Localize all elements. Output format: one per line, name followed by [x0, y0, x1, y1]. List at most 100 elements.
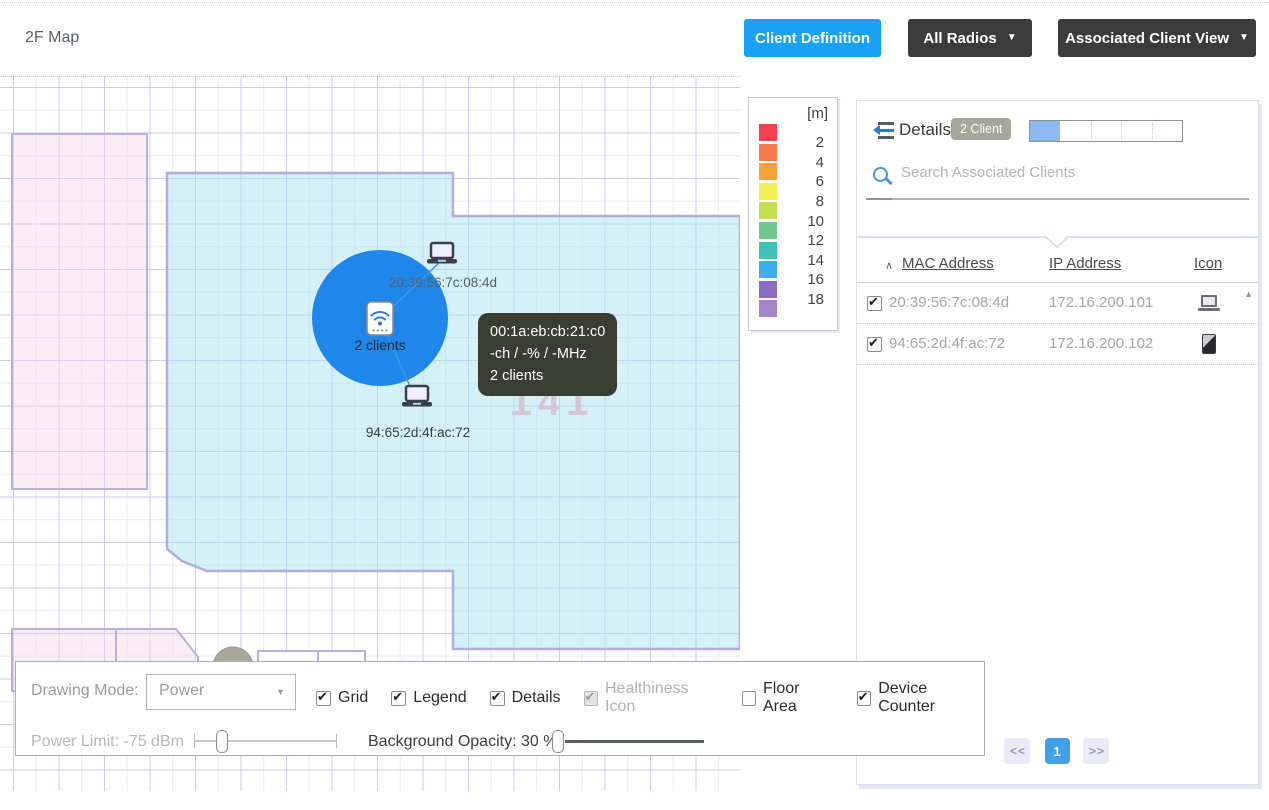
ap-tooltip: 00:1a:eb:cb:21:c0-ch / -% / -MHz2 client…	[478, 313, 617, 396]
drawing-mode-select[interactable]: Power ▼	[146, 674, 296, 710]
legend-color-swatch	[759, 163, 777, 180]
legend-tick-label: 12	[807, 231, 824, 251]
client-definition-label: Client Definition	[755, 30, 870, 47]
legend-tick-label: 4	[807, 153, 824, 173]
chevron-down-icon: ▼	[1239, 33, 1249, 43]
back-arrow-icon[interactable]	[869, 122, 894, 139]
legend-unit-label: [m]	[807, 105, 828, 122]
client-ip: 172.16.200.101	[1049, 294, 1153, 311]
client-mac-label: 20:39:56:7c:08:4d	[389, 275, 497, 290]
client-count-badge: 2 Client	[951, 118, 1011, 140]
all-radios-dropdown[interactable]: All Radios ▼	[908, 19, 1032, 57]
laptop-icon	[1198, 295, 1220, 311]
legend-color-swatch	[759, 261, 777, 278]
column-header-ip[interactable]: IP Address	[1049, 255, 1121, 272]
legend-color-swatch	[759, 144, 777, 161]
legend-color-swatch	[759, 124, 777, 141]
legend-swatches	[759, 124, 777, 317]
legend-color-swatch	[759, 281, 777, 298]
panel-title: Details	[899, 120, 951, 140]
page-title: 2F Map	[25, 29, 79, 47]
checkbox-label: Details	[512, 689, 561, 707]
tooltip-line: 00:1a:eb:cb:21:c0	[490, 322, 605, 344]
client-mac: 94:65:2d:4f:ac:72	[889, 335, 1005, 352]
checkbox-label: Healthiness Icon	[605, 680, 719, 716]
legend-color-swatch	[759, 202, 777, 219]
search-input[interactable]	[899, 163, 1193, 182]
associated-client-view-label: Associated Client View	[1065, 30, 1229, 47]
section-divider-notch	[857, 235, 1258, 249]
client-laptop-icon[interactable]	[402, 386, 432, 407]
checkbox-label: Floor Area	[763, 680, 834, 716]
toolbar-checkbox-group: Grid Legend Details Healthiness Icon	[316, 680, 984, 716]
pagination-last-button[interactable]: >>	[1083, 738, 1109, 764]
power-limit-label: Power Limit: -75 dBm	[31, 733, 184, 751]
checkbox-icon	[584, 691, 598, 706]
map-toolbar: Drawing Mode: Power ▼ Grid Legend Detai	[15, 661, 985, 756]
chevron-down-icon: ▼	[276, 687, 285, 697]
legend-color-swatch	[759, 222, 777, 239]
legend-color-swatch	[759, 183, 777, 200]
tooltip-line: -ch / -% / -MHz	[490, 344, 605, 366]
pagination-page-1-button[interactable]: 1	[1045, 738, 1070, 764]
client-mac: 20:39:56:7c:08:4d	[889, 294, 1009, 311]
client-laptop-icon[interactable]	[427, 243, 457, 264]
slider-handle[interactable]	[216, 730, 228, 753]
slider-handle[interactable]	[552, 730, 564, 753]
toolbar-checkbox[interactable]: Floor Area	[742, 680, 834, 716]
legend-color-swatch	[759, 242, 777, 259]
all-radios-label: All Radios	[923, 30, 996, 47]
access-point-icon[interactable]	[367, 302, 393, 335]
app-root: 2F Map Client Definition All Radios ▼ As…	[0, 0, 1269, 810]
scrollbar-up-arrow[interactable]: ▲	[1244, 289, 1253, 299]
progress-fill	[1030, 121, 1060, 141]
legend-ticks: 24681012141618	[807, 124, 824, 309]
associated-client-view-dropdown[interactable]: Associated Client View ▼	[1058, 19, 1256, 57]
table-row[interactable]: 20:39:56:7c:08:4d 172.16.200.101	[857, 283, 1258, 324]
legend-tick-label: 14	[807, 251, 824, 271]
checkbox-label: Legend	[413, 689, 466, 707]
column-header-mac[interactable]: MAC Address	[902, 255, 994, 272]
toolbar-checkbox[interactable]: Grid	[316, 689, 368, 707]
ap-client-count-label: 2 clients	[354, 337, 405, 353]
toolbar-checkbox[interactable]: Healthiness Icon	[584, 680, 719, 716]
checkbox-label: Device Counter	[878, 680, 984, 716]
background-opacity-label: Background Opacity: 30 %	[368, 733, 557, 751]
column-header-icon[interactable]: Icon	[1194, 255, 1222, 272]
checkbox-icon	[391, 691, 406, 706]
checkbox-icon	[316, 691, 331, 706]
legend-tick-label: 10	[807, 211, 824, 231]
pagination-first-button[interactable]: <<	[1004, 738, 1030, 764]
background-opacity-slider[interactable]	[552, 727, 704, 755]
client-definition-button[interactable]: Client Definition	[744, 19, 881, 57]
row-checkbox[interactable]	[867, 296, 882, 311]
phone-icon	[1202, 334, 1216, 354]
search-underline	[866, 198, 1249, 200]
room-pink-left	[12, 134, 147, 489]
toolbar-checkbox[interactable]: Legend	[391, 689, 466, 707]
checkbox-label: Grid	[338, 689, 368, 707]
power-limit-slider[interactable]	[194, 727, 337, 755]
legend-tick-label: 2	[807, 133, 824, 153]
toolbar-checkbox[interactable]: Device Counter	[857, 680, 984, 716]
row-checkbox[interactable]	[867, 337, 882, 352]
power-limit-value: -75 dBm	[123, 733, 183, 750]
checkbox-icon	[857, 691, 871, 706]
legend-tick-label: 6	[807, 172, 824, 192]
legend-tick-label: 18	[807, 290, 824, 310]
checkbox-icon	[490, 691, 505, 706]
client-table: 20:39:56:7c:08:4d 172.16.200.101 94:65:2…	[857, 283, 1258, 365]
client-mac-label: 94:65:2d:4f:ac:72	[366, 425, 470, 440]
drawing-mode-label: Drawing Mode:	[31, 682, 139, 700]
checkbox-icon	[742, 691, 756, 706]
toolbar-checkbox[interactable]: Details	[490, 689, 561, 707]
map-legend: [m] 24681012141618	[748, 97, 838, 331]
top-divider	[0, 2, 1269, 3]
legend-tick-label: 16	[807, 270, 824, 290]
legend-color-swatch	[759, 300, 777, 317]
client-device-icon	[1195, 332, 1223, 356]
sort-ascending-icon[interactable]: ∧	[885, 259, 893, 272]
client-device-icon	[1195, 291, 1223, 315]
drawing-mode-value: Power	[159, 682, 204, 700]
table-row[interactable]: 94:65:2d:4f:ac:72 172.16.200.102	[857, 324, 1258, 365]
